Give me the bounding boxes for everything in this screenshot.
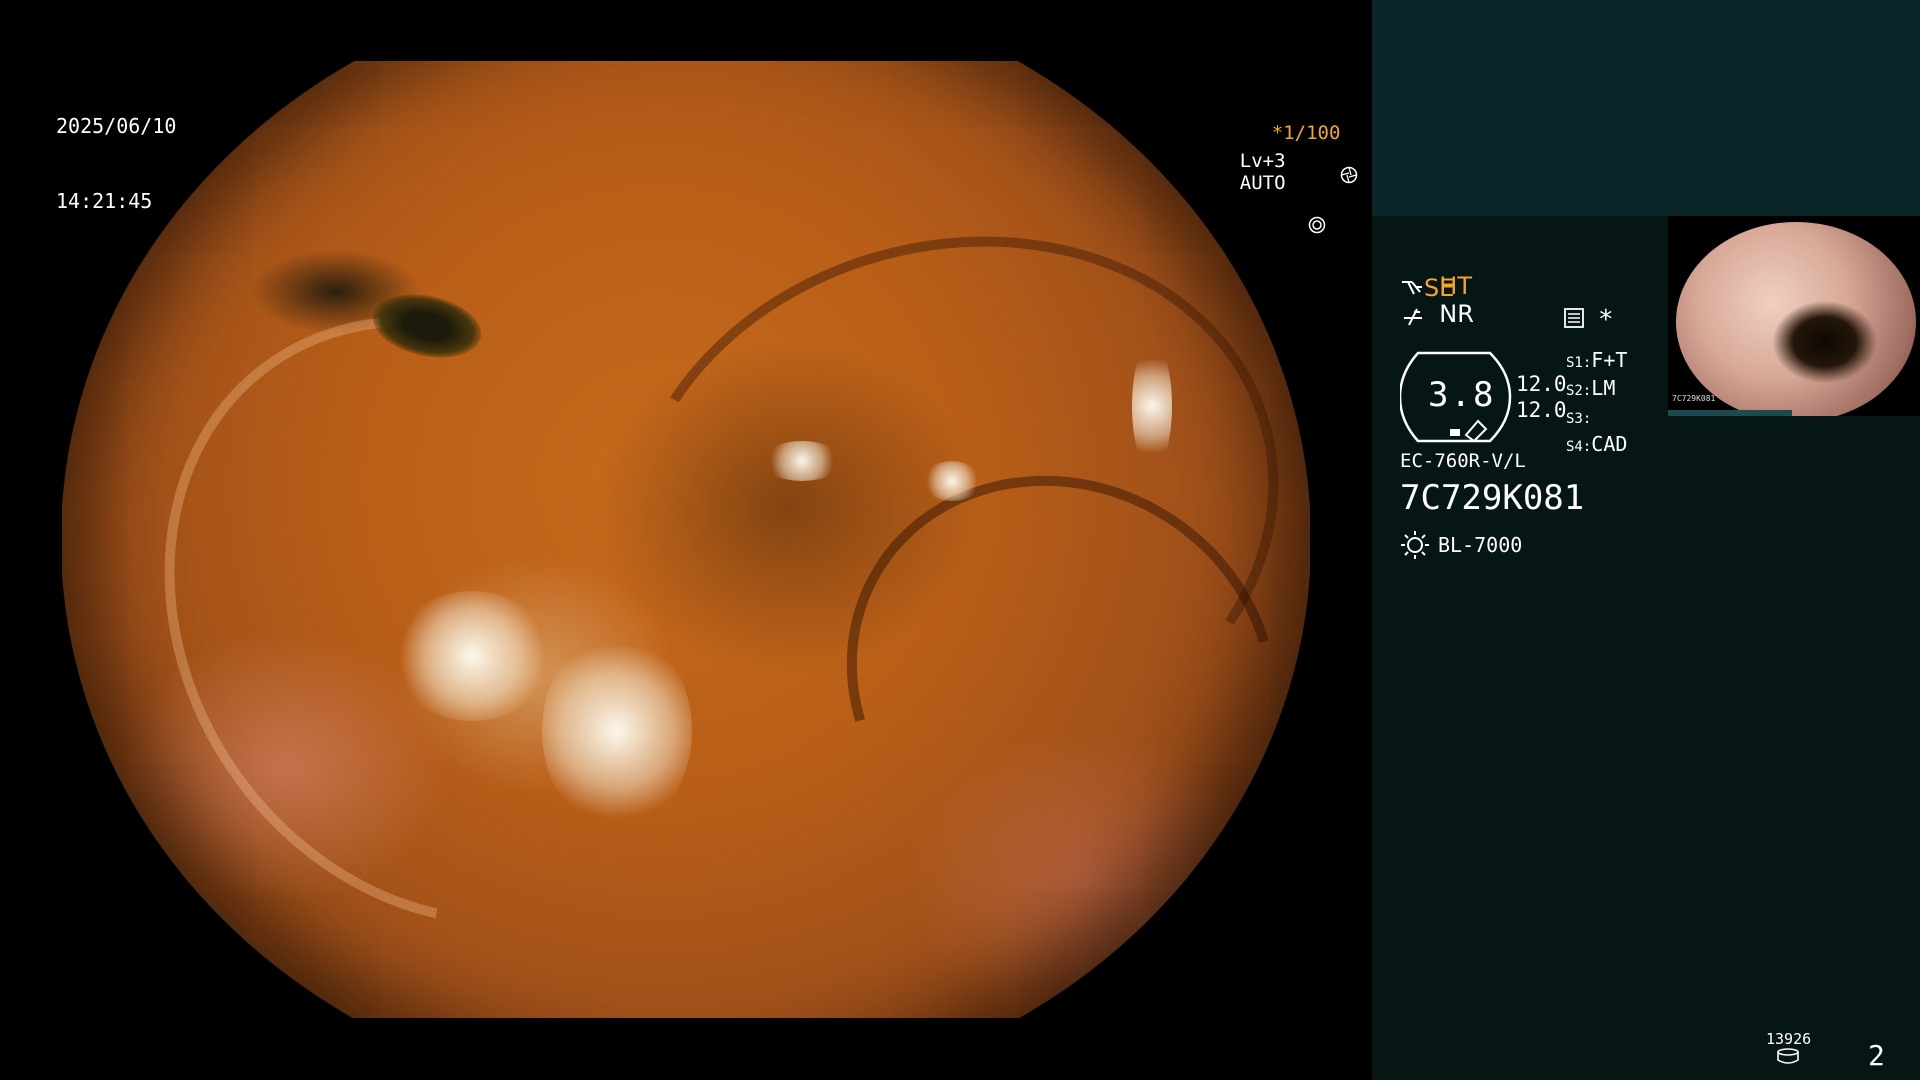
light-reflection: [762, 441, 842, 481]
switch-s1: S1:F+T: [1566, 348, 1627, 376]
storage-icon: [1776, 1048, 1800, 1068]
exposure-readout: Lv+3 AUTO: [1194, 128, 1326, 283]
scope-model: EC-760R-V/L: [1400, 450, 1526, 472]
light-reflection: [922, 461, 982, 501]
switch-s2: S2:LM: [1566, 376, 1627, 404]
endoscope-image: [62, 61, 1310, 1018]
lamp-icon: [1400, 530, 1430, 564]
se-label: SE: [1424, 274, 1455, 302]
scope-tip-icon: [1400, 278, 1424, 302]
scope-serial: 7C729K081: [1400, 478, 1585, 518]
magnification-value: 3.8: [1428, 375, 1496, 415]
light-source-model: BL-7000: [1438, 533, 1523, 557]
exposure-icon: [1240, 194, 1327, 261]
s3-label: S3:: [1566, 411, 1592, 427]
thumbnail-serial: 7C729K081: [1672, 394, 1716, 403]
time-text: 14:21:45: [56, 189, 153, 213]
gain-icon: [1402, 306, 1424, 332]
level-value: Lv+3: [1239, 150, 1286, 172]
date-text: 2025/06/10: [56, 114, 177, 138]
nr-label: NR: [1439, 300, 1474, 328]
settings-menu-icon: [1564, 308, 1584, 332]
switch-s4: S4:CAD: [1566, 432, 1627, 460]
s2-value: LM: [1591, 376, 1616, 400]
value-b: 12.0: [1516, 398, 1567, 422]
s4-value: CAD: [1591, 432, 1628, 456]
endoscope-view: 2025/06/10 14:21:45 *1/100 Lv+3 AUTO: [0, 0, 1372, 1080]
mode-value: AUTO: [1239, 172, 1286, 194]
s1-value: F+T: [1591, 348, 1628, 372]
thumbnail-bar: [1668, 410, 1792, 416]
light-reflection: [392, 591, 552, 721]
light-reflection: [542, 631, 692, 831]
s4-label: S4:: [1566, 439, 1592, 455]
panel-header-area: [1372, 0, 1920, 216]
previous-image-thumbnail[interactable]: [1668, 216, 1920, 416]
light-reflection: [1132, 341, 1172, 471]
value-a: 12.0: [1516, 372, 1567, 396]
storage-count: 13926: [1766, 1030, 1812, 1048]
switch-s3: S3:: [1566, 404, 1627, 432]
thumbnail-image: [1676, 222, 1916, 416]
datetime-stamp: 2025/06/10 14:21:45: [56, 64, 176, 264]
s2-label: S2:: [1566, 383, 1592, 399]
settings-star: *: [1598, 305, 1614, 335]
s1-label: S1:: [1566, 355, 1592, 371]
page-number: 2: [1868, 1039, 1885, 1072]
switch-assignments: S1:F+T S2:LM S3: S4:CAD: [1566, 348, 1627, 460]
